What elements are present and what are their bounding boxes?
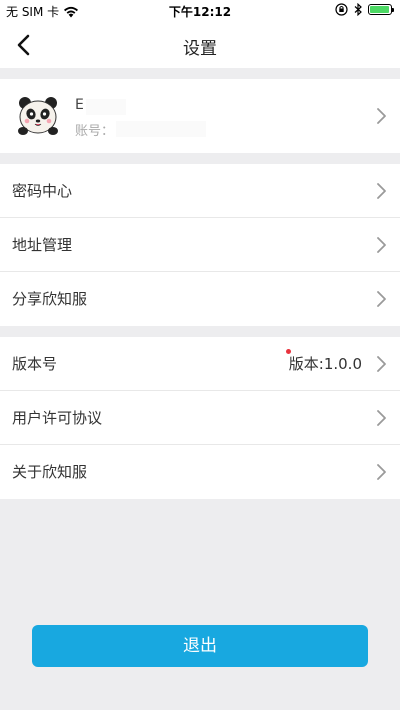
row-address-management[interactable]: 地址管理	[0, 218, 400, 272]
profile-account: 账号：	[75, 120, 114, 139]
row-label: 用户许可协议	[12, 409, 103, 427]
chevron-right-icon	[377, 237, 386, 253]
account-label: 账号：	[75, 124, 115, 139]
account-value-redacted	[116, 121, 206, 137]
nav-bar: 设置	[0, 22, 400, 68]
row-user-license[interactable]: 用户许可协议	[0, 391, 400, 445]
version-value: 版本:1.0.0	[288, 355, 362, 373]
chevron-right-icon	[377, 108, 386, 124]
row-label: 密码中心	[12, 182, 73, 200]
panda-avatar	[18, 97, 58, 135]
row-label: 关于欣知服	[12, 463, 88, 481]
row-share-app[interactable]: 分享欣知服	[0, 272, 400, 326]
row-label: 地址管理	[12, 236, 73, 254]
chevron-right-icon	[377, 183, 386, 199]
bluetooth-icon	[354, 3, 362, 16]
row-password-center[interactable]: 密码中心	[0, 164, 400, 218]
chevron-right-icon	[377, 356, 386, 372]
profile-name: E	[75, 97, 84, 113]
profile-name-redacted	[86, 99, 126, 115]
row-label: 版本号	[12, 355, 58, 373]
orientation-lock-icon	[335, 3, 348, 16]
row-about[interactable]: 关于欣知服	[0, 445, 400, 499]
page-title: 设置	[183, 39, 217, 59]
battery-icon	[368, 4, 394, 15]
battery-fill	[370, 6, 389, 13]
status-right	[335, 3, 394, 16]
profile-card[interactable]: E 账号：	[0, 79, 400, 153]
chevron-right-icon	[377, 410, 386, 426]
row-label: 分享欣知服	[12, 290, 88, 308]
bottom-spacer	[0, 706, 400, 710]
row-version[interactable]: 版本号 版本:1.0.0	[0, 337, 400, 391]
status-bar: 无 SIM 卡 下午12:12	[0, 0, 400, 22]
chevron-right-icon	[377, 464, 386, 480]
logout-button[interactable]: 退出	[32, 625, 368, 667]
chevron-right-icon	[377, 291, 386, 307]
